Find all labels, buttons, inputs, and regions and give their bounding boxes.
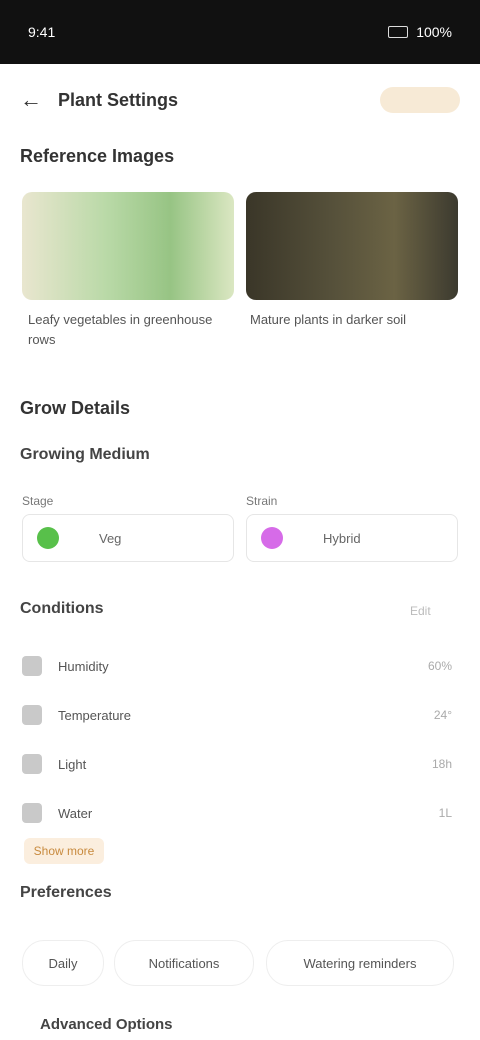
condition-row-temperature[interactable]: Temperature 24°	[22, 695, 452, 735]
chip-watering-reminders[interactable]: Watering reminders	[266, 940, 454, 986]
section-conditions: Conditions	[20, 600, 104, 617]
condition-label: Water	[58, 805, 93, 821]
top-action-pill[interactable]	[380, 87, 460, 113]
page-title: Plant Settings	[58, 89, 179, 110]
back-arrow-icon[interactable]: ←	[20, 87, 42, 113]
condition-row-light[interactable]: Light 18h	[22, 744, 452, 784]
status-icons: 100%	[388, 24, 452, 40]
water-drop-icon	[22, 803, 42, 823]
stage-select[interactable]: Veg	[22, 514, 234, 562]
strain-color-dot	[261, 527, 283, 549]
strain-select[interactable]: Hybrid	[246, 514, 458, 562]
chip-daily[interactable]: Daily	[22, 940, 104, 986]
reference-image-2[interactable]	[246, 192, 458, 300]
stage-label: Stage	[22, 494, 54, 508]
section-preferences: Preferences	[20, 884, 112, 901]
reference-image-1[interactable]	[22, 192, 234, 300]
stage-color-dot	[37, 527, 59, 549]
thermometer-icon	[22, 705, 42, 725]
humidity-icon	[22, 656, 42, 676]
chip-notifications[interactable]: Notifications	[114, 940, 254, 986]
strain-label: Strain	[246, 494, 278, 508]
image-caption-1: Leafy vegetables in greenhouse rows	[28, 312, 213, 347]
condition-label: Humidity	[58, 658, 109, 674]
conditions-edit-link[interactable]: Edit	[410, 604, 431, 618]
section-reference-images: Reference Images	[20, 146, 175, 166]
condition-value: 60%	[427, 659, 452, 673]
condition-value: 1L	[438, 806, 452, 820]
status-time: 9:41	[28, 24, 56, 40]
section-growing-medium: Growing Medium	[20, 446, 150, 463]
condition-value: 18h	[431, 757, 452, 771]
battery-text: 100%	[416, 24, 452, 40]
top-bar: ← Plant Settings	[0, 72, 480, 128]
section-grow-details: Grow Details	[20, 398, 131, 418]
image-caption-2: Mature plants in darker soil	[250, 312, 407, 327]
status-bar: 9:41 100%	[0, 0, 480, 64]
condition-label: Light	[58, 756, 87, 772]
condition-value: 24°	[433, 708, 452, 722]
stage-value: Veg	[99, 530, 122, 546]
sun-icon	[22, 754, 42, 774]
strain-value: Hybrid	[323, 530, 361, 546]
show-more-button[interactable]: Show more	[24, 838, 104, 864]
condition-row-humidity[interactable]: Humidity 60%	[22, 646, 452, 686]
section-advanced-options: Advanced Options	[40, 1016, 173, 1033]
condition-label: Temperature	[58, 707, 131, 723]
signal-icon	[388, 26, 409, 38]
condition-row-water[interactable]: Water 1L	[22, 793, 452, 833]
